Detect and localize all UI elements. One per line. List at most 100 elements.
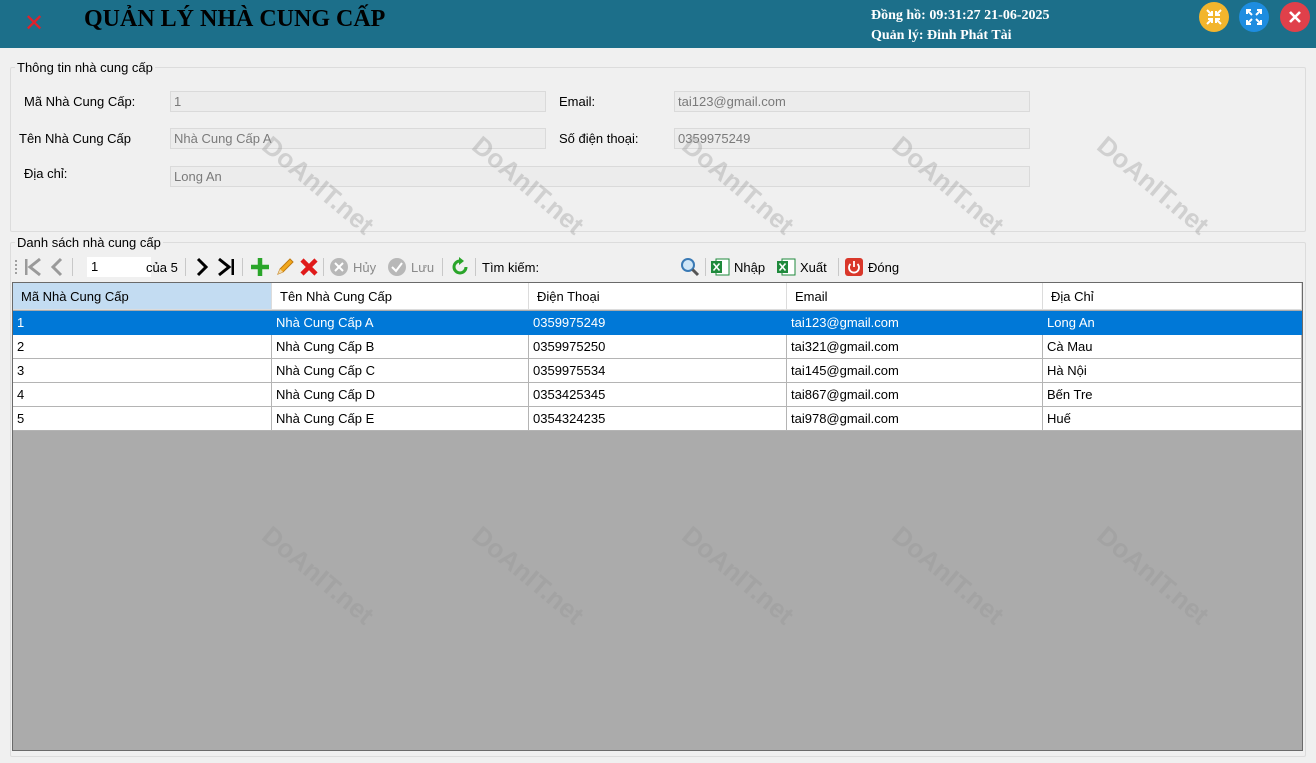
phone-label: Số điện thoại: [559,131,639,146]
add-button[interactable] [249,254,271,280]
minimize-button[interactable] [1199,2,1229,32]
import-label: Nhập [734,259,766,275]
cell-email[interactable]: tai321@gmail.com [787,335,1043,359]
email-field[interactable]: tai123@gmail.com [674,91,1030,112]
search-label: Tìm kiếm: [482,259,540,275]
supplier-id-label: Mã Nhà Cung Cấp: [24,94,136,109]
cell-phone[interactable]: 0353425345 [529,383,787,407]
column-header-id[interactable]: Mã Nhà Cung Cấp [13,283,272,310]
table-row[interactable]: 4 Nhà Cung Cấp D 0353425345 tai867@gmail… [13,383,1302,407]
save-check-icon [388,258,406,276]
move-previous-button[interactable] [47,254,67,280]
column-header-address[interactable]: Địa Chỉ [1043,283,1302,310]
cell-email[interactable]: tai867@gmail.com [787,383,1043,407]
next-record-icon [196,257,209,277]
save-button[interactable]: Lưu [387,254,434,280]
app-close-icon[interactable]: ✕ [24,11,48,35]
import-button[interactable]: Nhập [710,254,765,280]
edit-button[interactable] [274,254,296,280]
power-icon [845,258,863,276]
cell-phone[interactable]: 0359975249 [529,311,787,335]
cell-address[interactable]: Bến Tre [1043,383,1302,407]
table-row[interactable]: 1 Nhà Cung Cấp A 0359975249 tai123@gmail… [13,311,1302,335]
plus-icon [251,258,269,276]
cancel-label: Hủy [353,259,377,275]
clock-panel: Đồng hồ: 09:31:27 21-06-2025 Quản lý: Đi… [871,6,1050,46]
cell-id[interactable]: 5 [13,407,272,431]
move-next-button[interactable] [192,254,212,280]
cell-phone[interactable]: 0359975250 [529,335,787,359]
cell-address[interactable]: Long An [1043,311,1302,335]
cell-email[interactable]: tai978@gmail.com [787,407,1043,431]
close-form-button[interactable]: Đóng [844,254,899,280]
search-icon [681,258,700,277]
cell-name[interactable]: Nhà Cung Cấp D [272,383,529,407]
collapse-arrows-icon [1206,9,1222,25]
title-bar: ✕ QUẢN LÝ NHÀ CUNG CẤP Đồng hồ: 09:31:27… [0,0,1316,48]
excel-export-icon [777,258,796,276]
cell-address[interactable]: Hà Nội [1043,359,1302,383]
supplier-name-field[interactable]: Nhà Cung Cấp A [170,128,546,149]
column-header-phone[interactable]: Điện Thoại [529,283,787,310]
cell-email[interactable]: tai123@gmail.com [787,311,1043,335]
move-last-button[interactable] [215,254,237,280]
close-icon [1289,11,1301,23]
export-button[interactable]: Xuất [776,254,827,280]
table-row[interactable]: 2 Nhà Cung Cấp B 0359975250 tai321@gmail… [13,335,1302,359]
refresh-button[interactable] [449,254,471,280]
search-button[interactable] [679,254,701,280]
record-count-label: của 5 [146,259,178,275]
page-title: QUẢN LÝ NHÀ CUNG CẤP [84,6,386,32]
last-record-icon [218,257,234,277]
cell-id[interactable]: 2 [13,335,272,359]
manager-text: Quản lý: Đinh Phát Tài [871,28,1012,43]
column-header-email[interactable]: Email [787,283,1043,310]
delete-x-icon [300,258,318,276]
export-label: Xuất [800,259,827,275]
phone-field[interactable]: 0359975249 [674,128,1030,149]
grid-header: Mã Nhà Cung Cấp Tên Nhà Cung Cấp Điện Th… [13,283,1302,310]
search-input[interactable] [555,257,689,277]
toolbar-grip [14,254,18,280]
expand-arrows-icon [1246,9,1262,25]
window-close-button[interactable] [1280,2,1310,32]
clock-text: Đồng hồ: 09:31:27 21-06-2025 [871,8,1050,23]
supplier-id-field[interactable]: 1 [170,91,546,112]
pencil-icon [277,258,294,275]
cell-name[interactable]: Nhà Cung Cấp A [272,311,529,335]
cell-address[interactable]: Cà Mau [1043,335,1302,359]
address-label: Địa chỉ: [24,166,68,181]
position-input[interactable]: 1 [87,257,151,277]
list-group-title: Danh sách nhà cung cấp [15,235,163,250]
table-row[interactable]: 5 Nhà Cung Cấp E 0354324235 tai978@gmail… [13,407,1302,431]
cell-id[interactable]: 3 [13,359,272,383]
cell-phone[interactable]: 0359975534 [529,359,787,383]
supplier-grid[interactable]: Mã Nhà Cung Cấp Tên Nhà Cung Cấp Điện Th… [12,282,1303,751]
cell-name[interactable]: Nhà Cung Cấp B [272,335,529,359]
address-field[interactable]: Long An [170,166,1030,187]
cell-phone[interactable]: 0354324235 [529,407,787,431]
column-header-name[interactable]: Tên Nhà Cung Cấp [272,283,529,310]
cell-email[interactable]: tai145@gmail.com [787,359,1043,383]
cell-name[interactable]: Nhà Cung Cấp C [272,359,529,383]
cancel-icon [330,258,348,276]
move-first-button[interactable] [22,254,44,280]
cancel-button[interactable]: Hủy [329,254,376,280]
save-label: Lưu [411,259,435,275]
cell-name[interactable]: Nhà Cung Cấp E [272,407,529,431]
first-record-icon [25,257,41,277]
table-row[interactable]: 3 Nhà Cung Cấp C 0359975534 tai145@gmail… [13,359,1302,383]
binding-navigator-toolbar: 1 của 5 Hủy Lưu Tìm kiếm: Nhập Xuất Đóng [12,254,1302,280]
maximize-button[interactable] [1239,2,1269,32]
info-group-title: Thông tin nhà cung cấp [15,60,155,75]
close-form-label: Đóng [868,259,900,275]
previous-record-icon [50,257,63,277]
delete-button[interactable] [298,254,320,280]
cell-address[interactable]: Huế [1043,407,1302,431]
cell-id[interactable]: 4 [13,383,272,407]
email-label: Email: [559,94,596,109]
excel-import-icon [711,258,730,276]
cell-id[interactable]: 1 [13,311,272,335]
supplier-name-label: Tên Nhà Cung Cấp [19,131,132,146]
refresh-icon [452,257,468,275]
